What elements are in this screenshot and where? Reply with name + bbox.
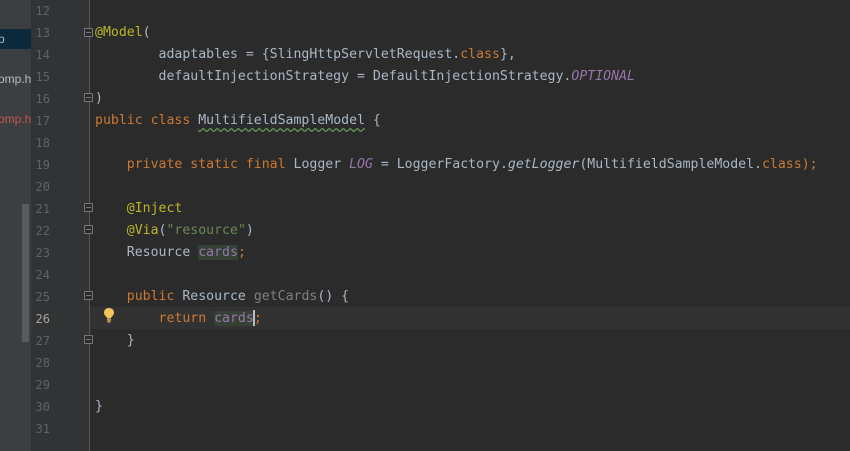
static-field-token: LOG bbox=[349, 157, 373, 172]
line-number: 15 bbox=[35, 70, 50, 84]
code-token: defaultInjectionStrategy = DefaultInject… bbox=[95, 69, 572, 84]
project-scrollbar[interactable] bbox=[22, 204, 29, 342]
class-name-token: MultifieldSampleModel bbox=[198, 113, 365, 128]
code-line-15[interactable]: defaultInjectionStrategy = DefaultInject… bbox=[95, 66, 635, 88]
keyword-token: class bbox=[460, 47, 500, 62]
field-token: cards bbox=[214, 311, 254, 326]
line-number: 13 bbox=[35, 26, 50, 40]
code-token: (MultifieldSampleModel. bbox=[579, 157, 762, 172]
code-token: ( bbox=[142, 25, 151, 40]
keyword-token: public bbox=[126, 289, 183, 304]
type-token: Resource bbox=[182, 289, 254, 304]
line-number: 19 bbox=[35, 158, 50, 172]
line-number: 16 bbox=[35, 92, 50, 106]
code-line-23[interactable]: Resource cards; bbox=[95, 242, 246, 264]
annotation-token: @Via bbox=[126, 223, 159, 238]
code-line-27[interactable]: } bbox=[95, 330, 135, 352]
string-token: "resource" bbox=[166, 223, 246, 238]
code-token: () { bbox=[317, 289, 350, 304]
keyword-token: return bbox=[158, 311, 215, 326]
code-line-14[interactable]: adaptables = {SlingHttpServletRequest.cl… bbox=[95, 44, 516, 66]
keyword-token: public class bbox=[95, 113, 199, 128]
code-line-16[interactable]: ) bbox=[95, 88, 103, 110]
line-number: 21 bbox=[35, 202, 50, 216]
method-name-token: getCards bbox=[253, 289, 318, 304]
line-number: 24 bbox=[35, 268, 50, 282]
line-number: 12 bbox=[35, 4, 50, 18]
field-token: cards bbox=[198, 245, 238, 260]
code-token: ); bbox=[801, 157, 818, 172]
code-line-26[interactable]: return cards; bbox=[95, 308, 262, 330]
code-line-21[interactable]: @Inject bbox=[95, 198, 183, 220]
fold-marker-icon[interactable] bbox=[84, 335, 93, 344]
code-token: ) bbox=[245, 223, 254, 238]
code-line-13[interactable]: @Model( bbox=[95, 22, 151, 44]
code-token: }, bbox=[499, 47, 516, 62]
line-number: 18 bbox=[35, 136, 50, 150]
project-panel: p omp.h omp.h bbox=[0, 0, 31, 451]
line-number: 20 bbox=[35, 180, 50, 194]
line-number: 27 bbox=[35, 334, 50, 348]
code-line-25[interactable]: public Resource getCards() { bbox=[95, 286, 349, 308]
code-token: = LoggerFactory. bbox=[372, 157, 508, 172]
type-token: Logger bbox=[293, 157, 350, 172]
project-item[interactable]: omp.h bbox=[0, 109, 31, 129]
line-number: 25 bbox=[35, 290, 50, 304]
keyword-token: private static final bbox=[126, 157, 294, 172]
code-token: } bbox=[95, 399, 103, 414]
project-item[interactable]: omp.h bbox=[0, 69, 31, 89]
annotation-token: @Model bbox=[95, 25, 143, 40]
line-number: 29 bbox=[35, 378, 50, 392]
code-line-22[interactable]: @Via("resource") bbox=[95, 220, 254, 242]
line-number: 14 bbox=[35, 48, 50, 62]
type-token: Resource bbox=[126, 245, 199, 260]
annotation-token: @Inject bbox=[126, 201, 183, 216]
line-number: 23 bbox=[35, 246, 50, 260]
fold-marker-icon[interactable] bbox=[84, 28, 93, 37]
line-number-current: 26 bbox=[35, 312, 50, 326]
fold-marker-icon[interactable] bbox=[84, 93, 93, 102]
fold-marker-icon[interactable] bbox=[84, 291, 93, 300]
line-number: 28 bbox=[35, 356, 50, 370]
code-line-19[interactable]: private static final Logger LOG = Logger… bbox=[95, 154, 818, 176]
line-number: 30 bbox=[35, 400, 50, 414]
code-token: ; bbox=[253, 311, 262, 326]
line-number: 17 bbox=[35, 114, 50, 128]
code-line-30[interactable]: } bbox=[95, 396, 103, 418]
fold-marker-icon[interactable] bbox=[84, 203, 93, 212]
keyword-token: class bbox=[761, 157, 802, 172]
code-token: ; bbox=[237, 245, 246, 260]
constant-token: OPTIONAL bbox=[571, 69, 635, 84]
line-number: 31 bbox=[35, 422, 50, 436]
project-item[interactable]: p bbox=[0, 29, 31, 49]
code-token: { bbox=[364, 113, 381, 128]
ide-window: p omp.h omp.h 12 13 14 15 16 17 18 19 20… bbox=[0, 0, 850, 451]
code-token: } bbox=[95, 333, 135, 348]
code-token: ) bbox=[95, 91, 103, 106]
line-number: 22 bbox=[35, 224, 50, 238]
code-token: adaptables = {SlingHttpServletRequest. bbox=[95, 47, 461, 62]
method-call-token: getLogger bbox=[507, 157, 580, 172]
code-line-17[interactable]: public class MultifieldSampleModel { bbox=[95, 110, 381, 132]
fold-marker-icon[interactable] bbox=[84, 225, 93, 234]
